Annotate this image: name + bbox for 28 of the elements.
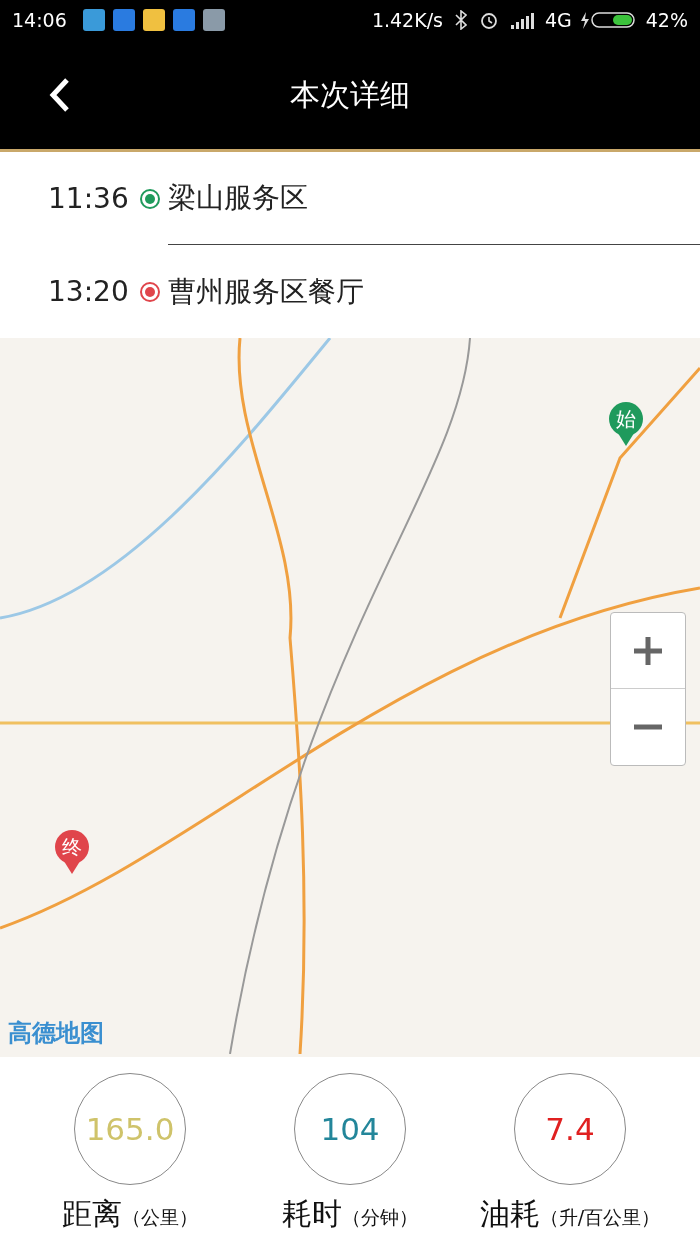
status-time: 14:06 xyxy=(12,7,67,33)
stat-unit: （升/百公里） xyxy=(539,1205,661,1230)
alarm-icon xyxy=(478,10,499,30)
notification-icon xyxy=(202,9,225,31)
notification-icon xyxy=(142,9,165,31)
stat-label: 距离 xyxy=(62,1195,122,1233)
bluetooth-icon xyxy=(454,10,467,30)
route-place: 梁山服务区 xyxy=(168,180,308,216)
battery-percent: 42% xyxy=(645,7,688,33)
route-place: 曹州服务区餐厅 xyxy=(168,273,364,310)
notification-icon xyxy=(82,9,105,31)
route-time: 13:20 xyxy=(48,273,130,310)
network-type: 4G xyxy=(544,7,572,33)
network-speed: 1.42K/s xyxy=(371,7,443,33)
notification-icon xyxy=(172,9,195,31)
minus-icon xyxy=(634,724,662,730)
route-time: 11:36 xyxy=(48,180,130,217)
chevron-left-icon xyxy=(49,76,71,113)
map-drawing[interactable]: 始 终 高德地图 xyxy=(0,338,700,1057)
map-logo: 高德地图 xyxy=(8,1018,104,1049)
stat-label: 油耗 xyxy=(479,1195,540,1233)
notification-icon xyxy=(112,9,135,31)
page-title: 本次详细 xyxy=(290,76,410,114)
stat-unit: （分钟） xyxy=(342,1205,418,1230)
signal-icon xyxy=(510,11,537,29)
stat-label: 耗时 xyxy=(282,1195,342,1233)
battery-icon xyxy=(579,10,638,30)
stat-unit: （公里） xyxy=(122,1205,198,1230)
